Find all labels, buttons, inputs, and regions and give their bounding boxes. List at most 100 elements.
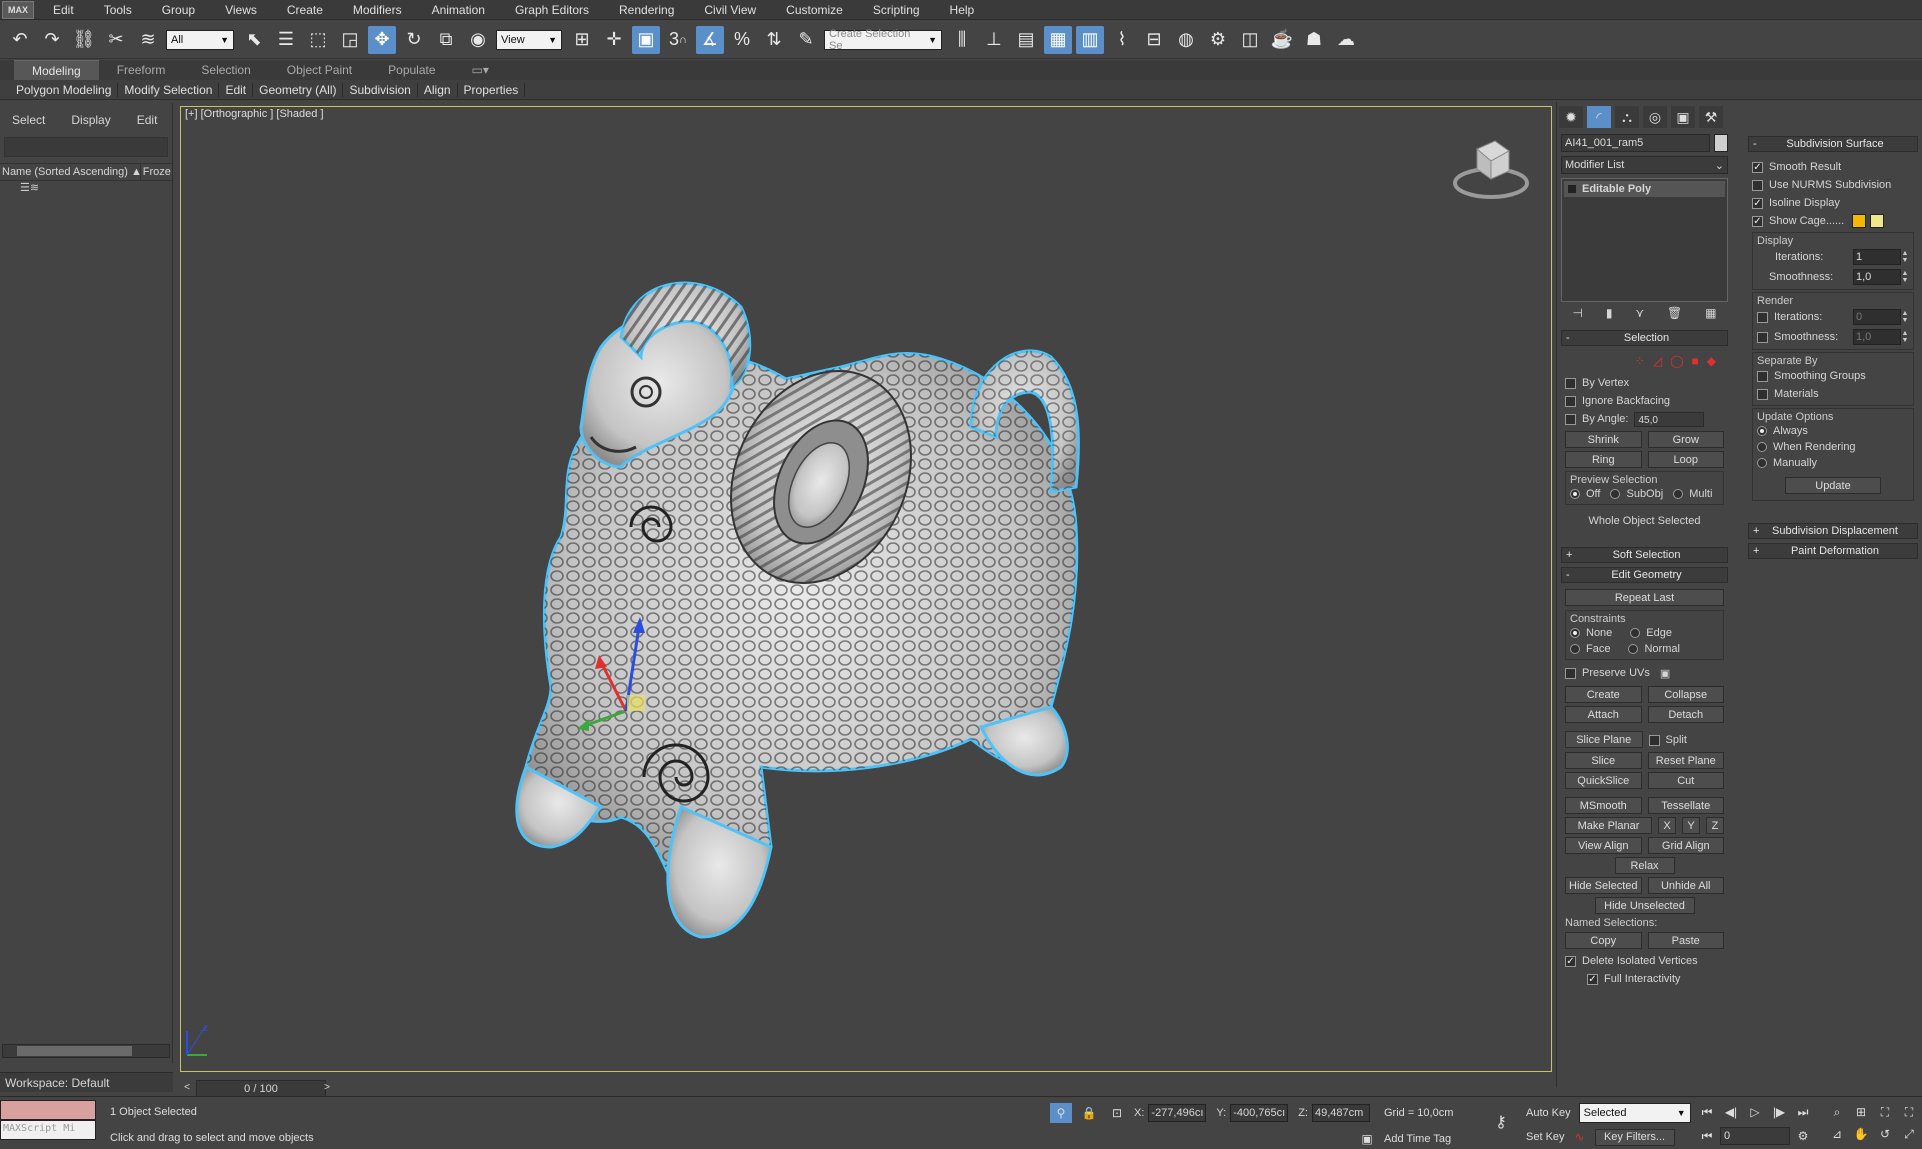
key-filters-button[interactable]: Key Filters... [1594, 1128, 1675, 1146]
edge-mode-icon[interactable]: ◿ [1653, 354, 1662, 368]
menu-views[interactable]: Views [210, 3, 272, 17]
msmooth-button[interactable]: MSmooth [1565, 797, 1642, 814]
zoom-icon[interactable]: ⌕ [1826, 1102, 1848, 1122]
remove-modifier-icon[interactable]: 🗑 [1667, 306, 1682, 320]
menu-civil-view[interactable]: Civil View [689, 3, 771, 17]
hide-selected-button[interactable]: Hide Selected [1565, 877, 1642, 894]
grid-align-button[interactable]: Grid Align [1647, 837, 1724, 854]
auto-key-button[interactable]: Auto Key [1526, 1107, 1571, 1119]
mirror-icon[interactable]: ⫼ [948, 26, 976, 54]
preview-multi-radio[interactable]: Multi [1673, 486, 1712, 502]
unhide-all-button[interactable]: Unhide All [1647, 877, 1724, 894]
bind-space-warp-icon[interactable]: ≋ [134, 26, 162, 54]
copy-button[interactable]: Copy [1565, 932, 1642, 949]
modify-tab-icon[interactable]: ◜ [1587, 106, 1611, 128]
menu-tools[interactable]: Tools [89, 3, 147, 17]
rollout-edit-geometry[interactable]: - Edit Geometry [1561, 567, 1728, 583]
named-selection-sets-dropdown[interactable]: Create Selection Se ▼ [824, 28, 942, 52]
smooth-result-checkbox[interactable]: ✓ Smooth Result [1752, 158, 1914, 176]
rendered-frame-icon[interactable]: ◫ [1236, 26, 1264, 54]
shrink-button[interactable]: Shrink [1565, 431, 1642, 448]
explorer-tab-select[interactable]: Select [12, 113, 45, 127]
coord-x[interactable]: X: -277,496cı [1134, 1104, 1210, 1122]
quickslice-button[interactable]: QuickSlice [1565, 772, 1642, 789]
next-frame-icon[interactable]: |▶ [1768, 1102, 1790, 1122]
previous-frame-icon[interactable]: ◀| [1720, 1102, 1742, 1122]
rollout-selection[interactable]: - Selection [1561, 330, 1728, 346]
by-angle-value[interactable]: 45,0 [1634, 411, 1705, 427]
menu-graph-editors[interactable]: Graph Editors [500, 3, 604, 17]
explorer-search-input[interactable] [4, 137, 168, 157]
relax-button[interactable]: Relax [1614, 857, 1675, 874]
set-key-button[interactable]: Set Key [1526, 1131, 1565, 1143]
align-icon[interactable]: ⊥ [980, 26, 1008, 54]
tab-freeform[interactable]: Freeform [99, 60, 184, 80]
select-by-name-icon[interactable]: ☰ [272, 26, 300, 54]
move-icon[interactable]: ✥ [368, 25, 396, 54]
app-logo[interactable]: MAX [2, 0, 34, 19]
scrollbar-thumb[interactable] [17, 1046, 132, 1056]
coord-z[interactable]: Z: 49,487cm [1298, 1104, 1374, 1122]
keyboard-shortcut-icon[interactable]: ▣ [632, 25, 660, 54]
constraint-edge-radio[interactable]: Edge [1630, 625, 1672, 641]
by-angle-checkbox[interactable]: By Angle: 45,0 [1565, 410, 1724, 428]
modifier-list-dropdown[interactable]: Modifier List ⌄ [1561, 156, 1728, 174]
explorer-tab-display[interactable]: Display [71, 113, 110, 127]
motion-tab-icon[interactable]: ◎ [1643, 106, 1667, 128]
ribbon-options-icon[interactable]: ▭▾ [454, 60, 507, 80]
detach-button[interactable]: Detach [1647, 706, 1724, 723]
render-setup-icon[interactable]: ⚙ [1204, 26, 1232, 54]
menu-create[interactable]: Create [272, 3, 338, 17]
loop-button[interactable]: Loop [1647, 451, 1724, 468]
tab-modeling[interactable]: Modeling [14, 59, 99, 81]
preserve-uvs-settings-icon[interactable]: ▣ [1660, 667, 1670, 680]
undo-icon[interactable]: ↶ [6, 26, 34, 54]
constraint-normal-radio[interactable]: Normal [1628, 641, 1680, 657]
rect-selection-icon[interactable]: ⬚ [304, 26, 332, 54]
selection-filter-dropdown[interactable]: All ▼ [166, 29, 234, 50]
unlink-icon[interactable]: ✂ [102, 26, 130, 54]
angle-snap-icon[interactable]: ∡ [696, 25, 724, 54]
cage-color-swatch[interactable] [1852, 214, 1867, 228]
rollout-subdivision-surface[interactable]: - Subdivision Surface [1748, 136, 1918, 152]
display-smoothness-spinner[interactable]: Smoothness: 1,0 ▲ ▼ [1757, 267, 1909, 287]
rollout-soft-selection[interactable]: + Soft Selection [1561, 547, 1728, 563]
show-cage-checkbox[interactable]: ✓ Show Cage...... [1752, 212, 1914, 230]
slice-button[interactable]: Slice [1565, 752, 1642, 769]
workspace-selector[interactable]: Workspace: Default [0, 1072, 173, 1092]
preview-off-radio[interactable]: Off [1570, 486, 1600, 502]
make-unique-icon[interactable]: ⋎ [1635, 306, 1644, 320]
ignore-backfacing-checkbox[interactable]: Ignore Backfacing [1565, 392, 1724, 410]
update-manually-radio[interactable]: Manually [1757, 455, 1909, 471]
play-icon[interactable]: ▷ [1744, 1102, 1766, 1122]
coord-y[interactable]: Y: -400,765cı [1216, 1104, 1292, 1122]
zoom-all-icon[interactable]: ⊞ [1850, 1102, 1872, 1122]
render-smoothness-spinner[interactable]: Smoothness: 1,0 ▲ ▼ [1757, 327, 1909, 347]
pan-icon[interactable]: ✋ [1850, 1124, 1872, 1144]
spinner-snap-icon[interactable]: ⇅ [760, 26, 788, 54]
grow-button[interactable]: Grow [1647, 431, 1724, 448]
render-cloud-icon[interactable]: ☁ [1332, 26, 1360, 54]
delete-isolated-checkbox[interactable]: ✓ Delete Isolated Vertices [1565, 952, 1724, 970]
redo-icon[interactable]: ↷ [38, 26, 66, 54]
planar-z-button[interactable]: Z [1706, 817, 1724, 834]
snap-toggle-icon[interactable]: 3 ∩ [664, 26, 692, 54]
preserve-uvs-checkbox[interactable]: Preserve UVs ▣ [1565, 664, 1724, 682]
tab-populate[interactable]: Populate [370, 60, 453, 80]
explorer-tab-edit[interactable]: Edit [137, 113, 158, 127]
ribbon-toggle-icon[interactable]: ▦ [1044, 25, 1072, 54]
link-icon[interactable]: ⛓ [70, 26, 98, 54]
repeat-last-button[interactable]: Repeat Last [1565, 589, 1724, 606]
zoom-extents-icon[interactable]: ⛶ [1874, 1102, 1896, 1122]
make-planar-button[interactable]: Make Planar [1565, 817, 1652, 834]
absolute-mode-icon[interactable]: ⊡ [1106, 1103, 1128, 1123]
material-editor-icon[interactable]: ◍ [1172, 26, 1200, 54]
ribbon-subdivision[interactable]: Subdivision [343, 82, 418, 97]
ribbon-align[interactable]: Align [418, 82, 458, 97]
hide-unselected-button[interactable]: Hide Unselected [1594, 897, 1695, 914]
go-to-end-icon[interactable]: ⏭ [1792, 1102, 1814, 1122]
split-checkbox[interactable]: Split [1648, 731, 1725, 749]
ribbon-edit[interactable]: Edit [219, 82, 254, 97]
isoline-display-checkbox[interactable]: ✓ Isoline Display [1752, 194, 1914, 212]
tessellate-button[interactable]: Tessellate [1647, 797, 1724, 814]
